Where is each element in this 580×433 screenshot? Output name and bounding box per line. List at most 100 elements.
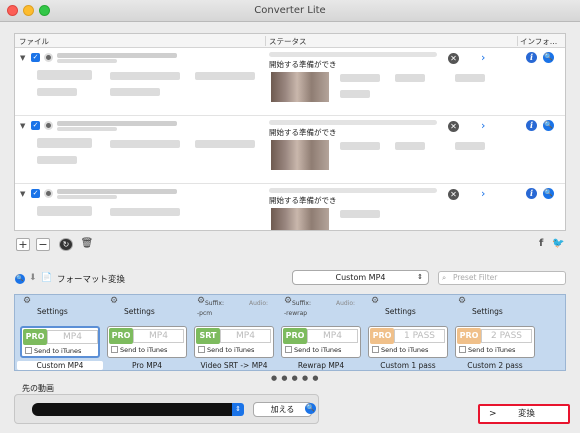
table-row[interactable]: ▼ ✓ 開始する準備ができ ✕ › i 🔍 [15, 116, 565, 184]
preset-card[interactable]: ⚙ Settings PRO MP4 Send to iTunes Custom… [17, 295, 103, 372]
convert-button[interactable]: > 変換 [478, 404, 570, 424]
column-header-info[interactable]: インフォ… [520, 36, 557, 47]
chevron-right-icon[interactable]: › [481, 51, 485, 64]
disclosure-triangle-icon[interactable]: ▼ [20, 122, 25, 130]
remove-row-icon[interactable]: ✕ [448, 121, 459, 132]
preset-format-card[interactable]: PRO MP4 Send to iTunes [281, 326, 361, 358]
disclosure-triangle-icon[interactable]: ▼ [20, 190, 25, 198]
suffix-value[interactable]: -rewrap [284, 310, 307, 317]
row-checkbox[interactable]: ✓ [31, 189, 40, 198]
gear-icon[interactable]: ⚙ [23, 296, 31, 306]
chevron-updown-icon[interactable]: ⇕ [232, 403, 244, 416]
trash-icon[interactable]: 🗑 [80, 238, 94, 251]
minimize-window-button[interactable] [23, 5, 34, 16]
row-checkbox[interactable]: ✓ [31, 121, 40, 130]
suffix-label: Suffix: [205, 300, 224, 307]
send-to-itunes-checkbox[interactable]: Send to iTunes [111, 346, 167, 354]
twitter-icon[interactable]: 🐦 [552, 238, 564, 249]
preset-name: Video SRT -> MP4 [200, 361, 268, 370]
preset-format-card[interactable]: PRO 1 PASS Send to iTunes [368, 326, 448, 358]
preset-card[interactable]: ⚙ Settings PRO 1 PASS Send to iTunes Cus… [365, 295, 451, 372]
convert-label: 変換 [518, 409, 536, 419]
preset-format-card[interactable]: SRT MP4 Send to iTunes [194, 326, 274, 358]
column-header-file[interactable]: ファイル [19, 36, 49, 47]
suffix-value[interactable]: -pcm [197, 310, 212, 317]
remove-file-button[interactable]: − [36, 238, 50, 251]
reveal-search-icon[interactable]: 🔍 [543, 120, 554, 131]
disclosure-triangle-icon[interactable]: ▼ [20, 54, 25, 62]
send-to-itunes-checkbox[interactable]: Send to iTunes [25, 347, 81, 355]
preset-format-card[interactable]: PRO MP4 Send to iTunes [20, 326, 100, 358]
remove-row-icon[interactable]: ✕ [448, 53, 459, 64]
close-window-button[interactable] [7, 5, 18, 16]
column-header-status[interactable]: ステータス [269, 36, 307, 47]
preset-format: 1 PASS [394, 329, 445, 343]
file-name-blurred [57, 189, 177, 194]
preset-badge: PRO [457, 328, 481, 344]
add-file-button[interactable]: + [16, 238, 30, 251]
preset-format-card[interactable]: PRO MP4 Send to iTunes [107, 326, 187, 358]
preset-card[interactable]: ⚙ Suffix: Audio: -rewrap PRO MP4 Send to… [278, 295, 364, 372]
preset-card[interactable]: ⚙ Settings PRO 2 PASS Send to iTunes Cus… [452, 295, 538, 372]
preset-select[interactable]: Custom MP4 ⇕ [292, 270, 429, 285]
gear-icon[interactable]: ⚙ [371, 296, 379, 306]
table-row[interactable]: ▼ ✓ 開始する準備ができ ✕ › i 🔍 [15, 48, 565, 116]
preset-card[interactable]: ⚙ Suffix: Audio: -pcm SRT MP4 Send to iT… [191, 295, 277, 372]
gear-icon[interactable]: ⚙ [197, 296, 205, 306]
preset-format: MP4 [307, 329, 358, 343]
video-thumbnail [271, 208, 329, 230]
suffix-label: Suffix: [292, 300, 311, 307]
preset-name: Rewrap MP4 [297, 361, 345, 370]
gear-icon[interactable]: ⚙ [458, 296, 466, 306]
preset-format: MP4 [133, 329, 184, 343]
download-icon[interactable]: ⬇ [29, 273, 37, 283]
zoom-window-button[interactable] [39, 5, 50, 16]
file-icon [44, 121, 53, 130]
preset-filter-input[interactable]: ⌕ Preset Filter [438, 271, 566, 285]
table-row[interactable]: ▼ ✓ 開始する準備ができ ✕ › i 🔍 [15, 184, 565, 230]
row-checkbox[interactable]: ✓ [31, 53, 40, 62]
page-dots[interactable]: ● ● ● ● ● [271, 374, 319, 382]
documents-icon: 📄 [41, 273, 53, 283]
search-icon[interactable]: 🔍 [15, 274, 25, 284]
gear-icon[interactable]: ⚙ [284, 296, 292, 306]
preset-badge: SRT [196, 328, 220, 344]
refresh-icon[interactable]: ↻ [59, 238, 73, 251]
audio-label: Audio: [336, 300, 356, 307]
search-icon: ⌕ [442, 273, 447, 282]
title-bar: Converter Lite [0, 0, 580, 22]
send-to-itunes-checkbox[interactable]: Send to iTunes [198, 346, 254, 354]
send-to-itunes-checkbox[interactable]: Send to iTunes [372, 346, 428, 354]
chevron-right-icon[interactable]: › [481, 187, 485, 200]
send-to-itunes-checkbox[interactable]: Send to iTunes [459, 346, 515, 354]
status-text: 開始する準備ができ [269, 60, 337, 69]
preset-format: MP4 [220, 329, 271, 343]
file-name-blurred [57, 121, 177, 126]
facebook-icon[interactable]: f [539, 238, 543, 249]
chevron-right-icon[interactable]: › [481, 119, 485, 132]
info-icon[interactable]: i [526, 188, 537, 199]
preset-name: Pro MP4 [131, 361, 163, 370]
send-to-itunes-checkbox[interactable]: Send to iTunes [285, 346, 341, 354]
video-thumbnail [271, 140, 329, 170]
format-label: フォーマット変換 [57, 275, 126, 285]
preview-path-field[interactable] [32, 403, 232, 416]
preset-card[interactable]: ⚙ Settings PRO MP4 Send to iTunes Pro MP… [104, 295, 190, 372]
remove-row-icon[interactable]: ✕ [448, 189, 459, 200]
preset-name: Custom 2 pass [467, 361, 523, 370]
preset-format-card[interactable]: PRO 2 PASS Send to iTunes [455, 326, 535, 358]
preview-search-icon[interactable]: 🔍 [305, 403, 316, 414]
add-button[interactable]: 加える [253, 402, 312, 417]
preset-format: 2 PASS [481, 329, 532, 343]
reveal-search-icon[interactable]: 🔍 [543, 188, 554, 199]
info-icon[interactable]: i [526, 120, 537, 131]
settings-label: Settings [472, 307, 503, 316]
info-icon[interactable]: i [526, 52, 537, 63]
reveal-search-icon[interactable]: 🔍 [543, 52, 554, 63]
preset-name: Custom MP4 [17, 361, 103, 370]
preset-badge: PRO [370, 328, 394, 344]
gear-icon[interactable]: ⚙ [110, 296, 118, 306]
preset-format: MP4 [47, 330, 98, 344]
preview-panel: ⇕ 加える [14, 394, 319, 424]
video-thumbnail [271, 72, 329, 102]
